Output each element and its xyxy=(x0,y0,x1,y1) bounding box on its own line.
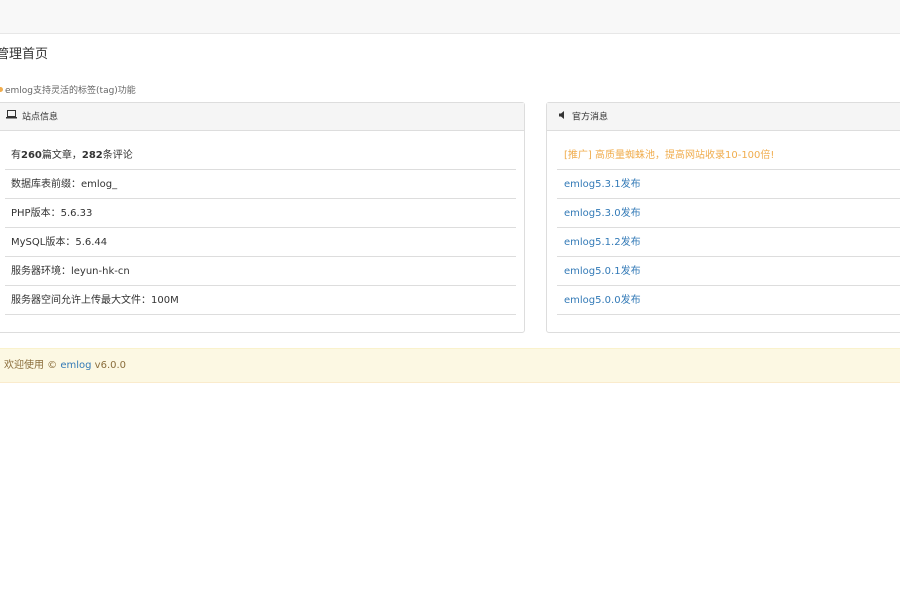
official-news-heading: 官方消息 xyxy=(547,103,900,131)
site-info-list: 有260篇文章，282条评论 数据库表前缀：emlog_ PHP版本：5.6.3… xyxy=(5,141,516,315)
site-info-panel: 站点信息 有260篇文章，282条评论 数据库表前缀：emlog_ PHP版本：… xyxy=(0,102,525,333)
news-link[interactable]: emlog5.3.0发布 xyxy=(564,208,641,219)
list-item: PHP版本：5.6.33 xyxy=(5,199,516,228)
list-item: emlog5.3.0发布 xyxy=(557,199,900,228)
list-item: emlog5.3.1发布 xyxy=(557,170,900,199)
tip-text: emlog支持灵活的标签(tag)功能 xyxy=(5,86,136,96)
volume-icon xyxy=(559,103,567,131)
list-item: emlog5.0.0发布 xyxy=(557,286,900,315)
news-link[interactable]: emlog5.3.1发布 xyxy=(564,179,641,190)
tip-bullet-icon xyxy=(0,87,3,92)
site-info-heading: 站点信息 xyxy=(0,103,524,131)
list-item: [推广] 高质量蜘蛛池，提高网站收录10-100倍! xyxy=(557,141,900,170)
list-item: 有260篇文章，282条评论 xyxy=(5,141,516,170)
official-news-heading-label: 官方消息 xyxy=(572,112,609,123)
stats-suffix: 条评论 xyxy=(102,150,133,161)
footer-welcome: 欢迎使用 © emlog v6.0.0 xyxy=(0,348,900,383)
site-info-heading-label: 站点信息 xyxy=(22,112,59,123)
news-link[interactable]: emlog5.1.2发布 xyxy=(564,237,641,248)
laptop-icon xyxy=(6,103,17,131)
stats-mid: 篇文章， xyxy=(41,150,82,161)
news-link[interactable]: emlog5.0.1发布 xyxy=(564,266,641,277)
footer-version: v6.0.0 xyxy=(91,360,127,371)
list-item: 数据库表前缀：emlog_ xyxy=(5,170,516,199)
list-item: MySQL版本：5.6.44 xyxy=(5,228,516,257)
list-item: 服务器空间允许上传最大文件：100M xyxy=(5,286,516,315)
tip-message: emlog支持灵活的标签(tag)功能 xyxy=(0,84,136,98)
official-news-panel: 官方消息 [推广] 高质量蜘蛛池，提高网站收录10-100倍! emlog5.3… xyxy=(546,102,900,333)
list-item: 服务器环境：leyun-hk-cn xyxy=(5,257,516,286)
promo-link[interactable]: [推广] 高质量蜘蛛池，提高网站收录10-100倍! xyxy=(564,150,774,161)
comment-count: 282 xyxy=(81,150,103,161)
stats-prefix: 有 xyxy=(11,150,21,161)
page-title: 管理首页 xyxy=(0,47,49,62)
article-count: 260 xyxy=(21,150,42,161)
news-link[interactable]: emlog5.0.0发布 xyxy=(564,295,641,306)
top-navbar xyxy=(0,0,900,34)
news-list: [推广] 高质量蜘蛛池，提高网站收录10-100倍! emlog5.3.1发布 … xyxy=(557,141,900,315)
footer-prefix: 欢迎使用 © xyxy=(4,360,61,371)
emlog-link[interactable]: emlog xyxy=(60,360,91,371)
list-item: emlog5.0.1发布 xyxy=(557,257,900,286)
list-item: emlog5.1.2发布 xyxy=(557,228,900,257)
